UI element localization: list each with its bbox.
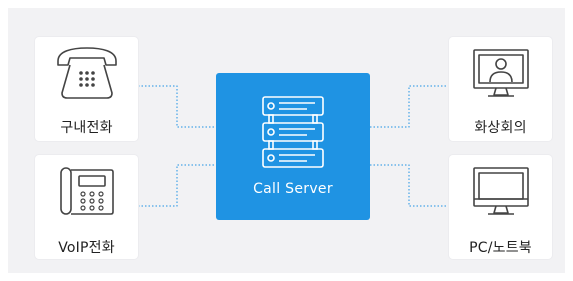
device-card-landline: 구내전화	[35, 37, 138, 141]
device-card-pc-notebook: PC/노트북	[449, 155, 552, 259]
voip-phone-icon	[60, 167, 114, 215]
connector-video-conference	[370, 85, 449, 128]
monitor-icon	[473, 167, 529, 215]
server-rack-icon	[262, 96, 324, 168]
video-call-monitor-icon	[473, 49, 529, 97]
device-label-video-conference: 화상회의	[474, 120, 527, 136]
device-label-landline: 구내전화	[60, 120, 113, 136]
device-label-voip: VoIP전화	[58, 240, 115, 256]
connector-pc-notebook	[370, 164, 449, 207]
connector-landline	[138, 85, 216, 128]
device-label-pc-notebook: PC/노트북	[469, 240, 532, 256]
call-server-box: Call Server	[216, 73, 370, 220]
device-card-voip: VoIP전화	[35, 155, 138, 259]
server-label: Call Server	[253, 181, 333, 197]
rotary-phone-icon	[57, 47, 117, 99]
connector-voip	[138, 164, 216, 207]
device-card-video-conference: 화상회의	[449, 37, 552, 141]
